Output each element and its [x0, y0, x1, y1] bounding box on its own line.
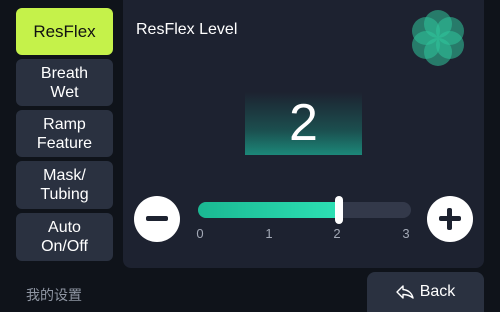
level-slider[interactable]: [198, 196, 411, 224]
back-label: Back: [419, 283, 456, 300]
my-settings-label: 我的设置: [26, 287, 82, 303]
increase-button[interactable]: [427, 196, 473, 242]
slider-thumb[interactable]: [334, 196, 343, 224]
sidebar-item-breath-wet[interactable]: Breath Wet: [16, 59, 113, 106]
sidebar-item-ramp-feature[interactable]: Ramp Feature: [16, 110, 113, 157]
minus-icon: [134, 196, 180, 242]
level-value: 2: [289, 94, 318, 152]
level-display: 2: [245, 92, 362, 155]
back-arrow-icon: [396, 285, 414, 299]
tick-label: 1: [265, 226, 273, 241]
back-button[interactable]: Back: [367, 272, 484, 312]
tick-label: 0: [196, 226, 204, 241]
tick-label: 2: [333, 226, 341, 241]
resflex-panel: ResFlex Level 2 0 1 2 3: [123, 0, 484, 268]
plus-icon: [427, 196, 473, 242]
panel-title: ResFlex Level: [136, 21, 238, 38]
sidebar-item-auto-on-off[interactable]: Auto On/Off: [16, 213, 113, 261]
decrease-button[interactable]: [134, 196, 180, 242]
sidebar-item-mask-tubing[interactable]: Mask/ Tubing: [16, 161, 113, 209]
flower-logo-icon: [412, 10, 464, 66]
sidebar-item-resflex[interactable]: ResFlex: [16, 8, 113, 55]
slider-fill: [198, 202, 339, 218]
tick-label: 3: [402, 226, 410, 241]
